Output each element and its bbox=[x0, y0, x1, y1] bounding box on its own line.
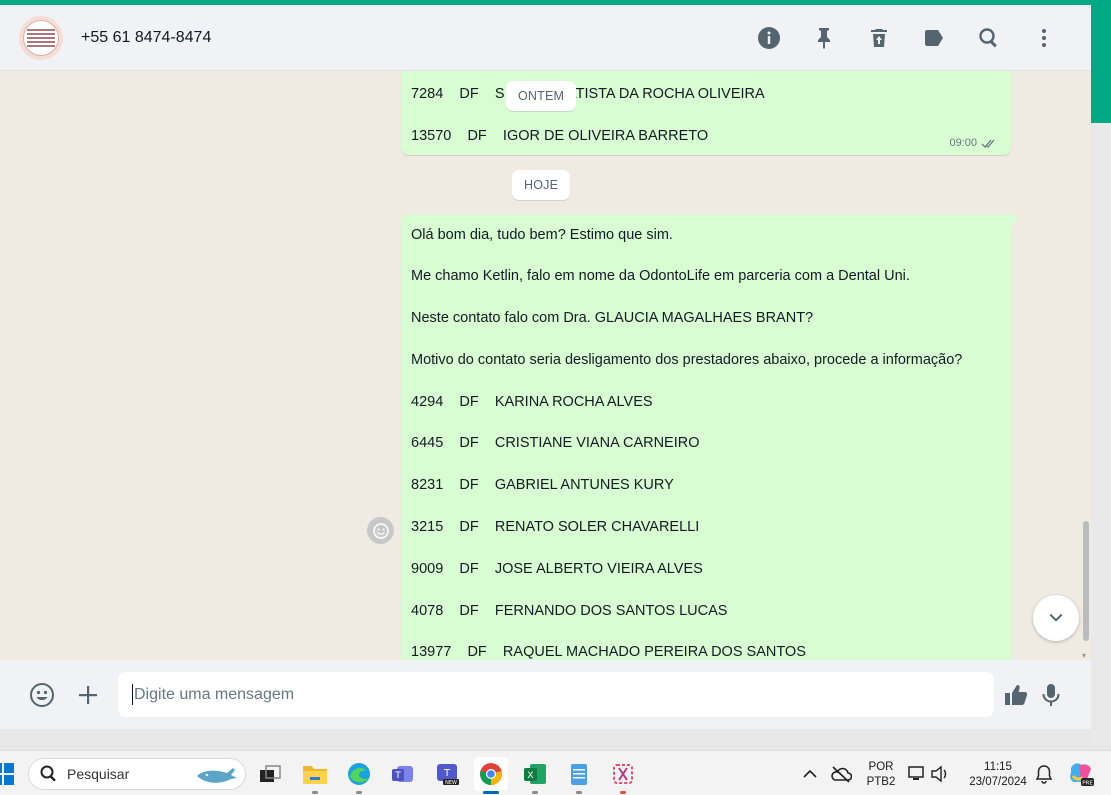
show-hidden-icons-chevron-icon[interactable] bbox=[798, 757, 822, 791]
file-explorer-icon[interactable] bbox=[298, 757, 332, 794]
text-cursor bbox=[132, 684, 133, 705]
message-paragraph: Neste contato falo com Dra. GLAUCIA MAGA… bbox=[411, 310, 814, 326]
read-receipt-icon bbox=[981, 139, 995, 148]
provider-row: 6445 DF CRISTIANE VIANA CARNEIRO bbox=[411, 435, 700, 451]
teams-icon[interactable]: T bbox=[387, 757, 421, 791]
notifications-bell-icon[interactable] bbox=[1032, 757, 1056, 791]
chevron-down-icon bbox=[1049, 613, 1063, 622]
label-icon[interactable] bbox=[906, 18, 961, 58]
message-list[interactable]: 7284 DF S ERTO BATISTA DA ROCHA OLIVEIRA … bbox=[0, 71, 1091, 660]
avatar-logo bbox=[23, 19, 59, 56]
message-bubble-today[interactable]: Olá bom dia, tudo bem? Estimo que sim. M… bbox=[401, 215, 1019, 660]
microphone-icon[interactable] bbox=[1036, 680, 1066, 710]
svg-text:X: X bbox=[527, 771, 533, 781]
task-view-icon[interactable] bbox=[253, 757, 287, 791]
system-clock[interactable]: 11:15 23/07/2024 bbox=[960, 760, 1036, 790]
header-actions bbox=[741, 5, 1071, 71]
edge-browser-icon[interactable] bbox=[342, 757, 376, 794]
copilot-pre-icon[interactable]: PRE bbox=[1064, 757, 1098, 791]
date-divider-yesterday: ONTEM bbox=[506, 81, 577, 111]
volume-icon[interactable] bbox=[928, 757, 952, 791]
search-icon[interactable] bbox=[961, 18, 1016, 58]
search-label: Pesquisar bbox=[67, 766, 130, 782]
message-composer bbox=[0, 660, 1091, 729]
onedrive-offline-icon[interactable] bbox=[828, 757, 854, 791]
message-input[interactable] bbox=[118, 672, 994, 717]
teams-new-icon[interactable]: T NEW bbox=[431, 757, 465, 791]
provider-row: 4078 DF FERNANDO DOS SANTOS LUCAS bbox=[411, 603, 728, 619]
provider-row: 7284 DF S ERTO BATISTA DA ROCHA OLIVEIRA bbox=[411, 86, 765, 102]
delete-icon[interactable] bbox=[851, 18, 906, 58]
provider-row: 9009 DF JOSE ALBERTO VIEIRA ALVES bbox=[411, 561, 703, 577]
date-divider-today: HOJE bbox=[512, 170, 571, 200]
message-time: 09:00 bbox=[949, 137, 997, 149]
taskbar-search[interactable]: Pesquisar bbox=[28, 758, 246, 790]
excel-icon[interactable]: X bbox=[518, 757, 552, 794]
pin-icon[interactable] bbox=[796, 18, 851, 58]
contact-name[interactable]: +55 61 8474-8474 bbox=[81, 29, 211, 47]
whale-illustration-icon bbox=[197, 768, 237, 783]
svg-text:PRE: PRE bbox=[1082, 781, 1093, 787]
emoji-reaction-button[interactable] bbox=[367, 517, 394, 544]
windows-taskbar: Pesquisar T T NEW X POR PTB2 11:15 23/07… bbox=[0, 750, 1111, 795]
snipping-tool-icon[interactable] bbox=[606, 757, 640, 794]
side-panel-accent bbox=[1091, 5, 1111, 123]
menu-icon[interactable] bbox=[1016, 18, 1071, 58]
svg-text:T: T bbox=[394, 771, 401, 781]
message-bubble-previous[interactable]: 7284 DF S ERTO BATISTA DA ROCHA OLIVEIRA … bbox=[401, 71, 1011, 155]
message-paragraph: Motivo do contato seria desligamento dos… bbox=[411, 352, 963, 368]
chat-scrollbar[interactable] bbox=[1083, 521, 1089, 641]
scroll-arrow-down-icon[interactable]: ▾ bbox=[1082, 651, 1086, 660]
scroll-to-bottom-button[interactable] bbox=[1033, 595, 1079, 641]
message-paragraph: Me chamo Ketlin, falo em nome da OdontoL… bbox=[411, 268, 910, 284]
message-paragraph: Olá bom dia, tudo bem? Estimo que sim. bbox=[411, 227, 673, 243]
chat-header: +55 61 8474-8474 bbox=[0, 5, 1091, 71]
svg-text:NEW: NEW bbox=[445, 780, 457, 786]
notepad-icon[interactable] bbox=[562, 757, 596, 794]
input-language-indicator[interactable]: POR PTB2 bbox=[862, 760, 900, 790]
provider-row: 13570 DF IGOR DE OLIVEIRA BARRETO bbox=[411, 128, 709, 144]
smiley-icon bbox=[372, 522, 389, 539]
contact-avatar[interactable] bbox=[19, 15, 63, 60]
search-icon bbox=[40, 765, 56, 782]
svg-text:T: T bbox=[443, 768, 451, 779]
provider-row: 4294 DF KARINA ROCHA ALVES bbox=[411, 394, 653, 410]
chrome-browser-icon[interactable] bbox=[474, 757, 508, 794]
start-button[interactable] bbox=[0, 757, 16, 791]
windows-logo-icon bbox=[0, 763, 14, 785]
provider-row: 3215 DF RENATO SOLER CHAVARELLI bbox=[411, 519, 700, 535]
thumbs-up-icon[interactable] bbox=[1001, 680, 1031, 710]
provider-row: 13977 DF RAQUEL MACHADO PEREIRA DOS SANT… bbox=[411, 644, 806, 660]
info-icon[interactable] bbox=[741, 18, 796, 58]
attach-plus-icon[interactable] bbox=[73, 680, 103, 710]
side-panel-edge bbox=[1091, 5, 1111, 750]
emoji-icon[interactable] bbox=[27, 680, 57, 710]
whatsapp-chat-window: +55 61 8474-8474 7284 DF S ERTO BATISTA … bbox=[0, 5, 1091, 729]
network-icon[interactable] bbox=[905, 757, 929, 791]
provider-row: 8231 DF GABRIEL ANTUNES KURY bbox=[411, 477, 674, 493]
